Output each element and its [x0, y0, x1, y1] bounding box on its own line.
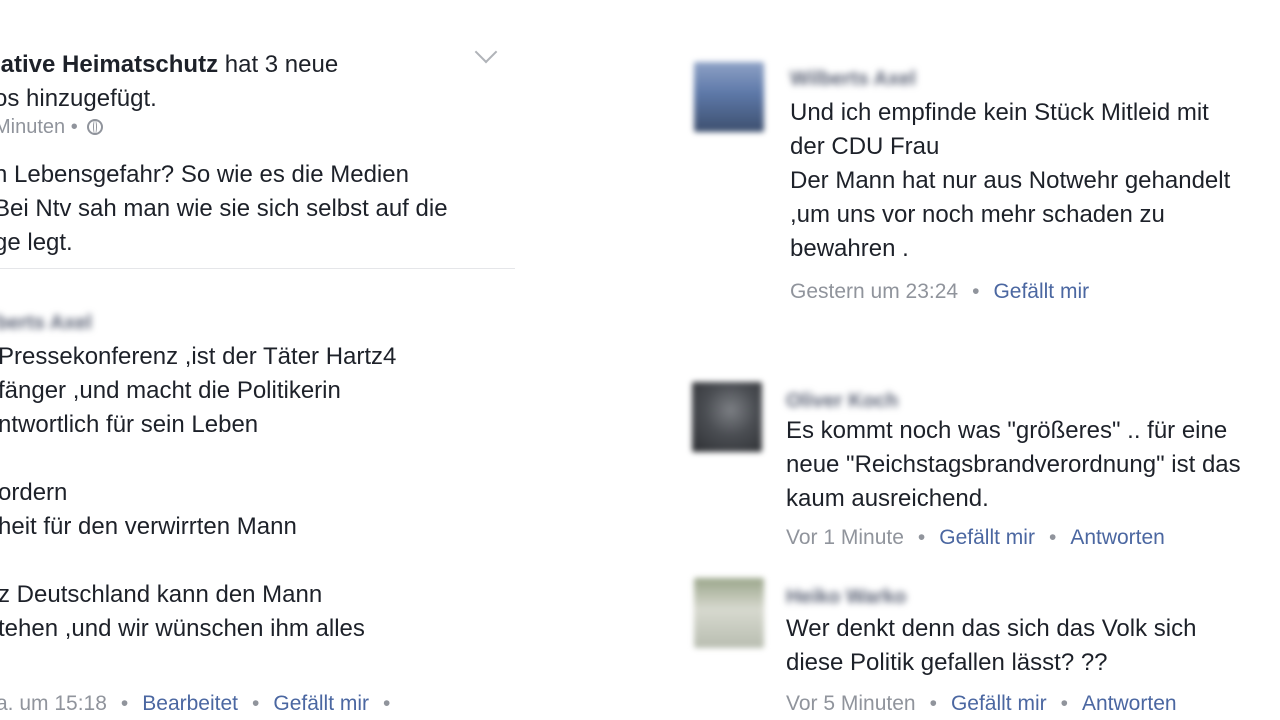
globe-icon — [87, 119, 104, 135]
separator-dot: • — [917, 526, 926, 549]
edited-link[interactable]: Bearbeitet — [142, 692, 238, 715]
post-body-line: Bei Ntv sah man wie sie sich selbst auf … — [0, 195, 448, 222]
comment-line: Der Mann hat nur aus Notwehr gehandelt — [790, 167, 1231, 194]
like-button[interactable]: Gefällt mir — [273, 692, 369, 715]
reply-button[interactable]: Antworten — [1070, 526, 1165, 549]
post-header: iative Heimatschutz hat 3 neue — [0, 48, 338, 82]
right-comments-panel: Wilberts Axel Und ich empfinde kein Stüc… — [640, 0, 1280, 720]
separator-dot: • — [1048, 526, 1057, 549]
comment-line: ,um uns vor noch mehr schaden zu — [790, 201, 1165, 228]
comment-author-blurred[interactable]: Oliver Koch — [786, 390, 898, 413]
avatar[interactable] — [692, 382, 762, 452]
comment-line: Pressekonferenz ,ist der Täter Hartz4 — [0, 343, 397, 370]
post-body-line: n Lebensgefahr? So wie es die Medien — [0, 161, 409, 188]
avatar[interactable] — [694, 578, 764, 648]
comment-line: fänger ,und macht die Politikerin — [0, 377, 341, 404]
comment-actions: a. um 15:18 • Bearbeitet • Gefällt mir • — [0, 692, 404, 716]
comment-line: diese Politik gefallen lässt? ?? — [786, 649, 1108, 676]
comment-timestamp[interactable]: Vor 1 Minute — [786, 526, 904, 549]
comment-timestamp[interactable]: a. um 15:18 — [0, 692, 107, 715]
comment-line: Und ich empfinde kein Stück Mitleid mit — [790, 99, 1209, 126]
comment-author-blurred[interactable]: Heiko Warko — [786, 586, 906, 609]
like-button[interactable]: Gefällt mir — [993, 280, 1089, 303]
comment-line: neue "Reichstagsbrandverordnung" ist das — [786, 451, 1241, 478]
screenshot-canvas: iative Heimatschutz hat 3 neue os hinzug… — [0, 0, 1280, 720]
comment-line: Es kommt noch was "größeres" .. für eine — [786, 417, 1228, 444]
comment-author-blurred[interactable]: berts Axel — [0, 312, 92, 335]
separator-dot: • — [1060, 692, 1068, 715]
separator-dot: • — [252, 692, 260, 715]
comment-line: kaum ausreichend. — [786, 485, 989, 512]
comment-author-blurred[interactable]: Wilberts Axel — [790, 68, 916, 91]
comment-line: der CDU Frau — [790, 133, 940, 160]
separator-dot: • — [120, 692, 129, 715]
comment-line: ordern — [0, 479, 68, 506]
separator-dot: • — [383, 692, 391, 715]
comment-actions: Vor 5 Minuten • Gefällt mir • Antworten — [786, 692, 1177, 716]
post-timestamp[interactable]: Minuten • — [0, 116, 78, 138]
separator-dot: • — [929, 692, 937, 715]
separator-dot: • — [972, 280, 980, 303]
divider — [0, 268, 515, 269]
comment-line: heit für den verwirrten Mann — [0, 513, 297, 540]
comment-line: ntwortlich für sein Leben — [0, 411, 259, 438]
comment-actions: Gestern um 23:24 • Gefällt mir — [790, 280, 1089, 304]
reply-button[interactable]: Antworten — [1082, 692, 1177, 715]
avatar[interactable] — [694, 62, 764, 132]
post-header-text: hat 3 neue — [218, 51, 339, 78]
left-post-panel: iative Heimatschutz hat 3 neue os hinzug… — [0, 0, 520, 720]
comment-line: Wer denkt denn das sich das Volk sich — [786, 615, 1197, 642]
post-header-line2: os hinzugefügt. — [0, 85, 157, 112]
comment-timestamp[interactable]: Vor 5 Minuten — [786, 692, 916, 715]
comment-line: bewahren . — [790, 235, 909, 262]
comment-line: tehen ,und wir wünschen ihm alles — [0, 615, 365, 642]
chevron-down-icon[interactable] — [474, 40, 498, 64]
post-body-line: ge legt. — [0, 229, 73, 256]
post-meta: Minuten • — [0, 116, 104, 139]
like-button[interactable]: Gefällt mir — [951, 692, 1047, 715]
comment-actions: Vor 1 Minute • Gefällt mir • Antworten — [786, 526, 1165, 550]
comment-timestamp[interactable]: Gestern um 23:24 — [790, 280, 958, 303]
like-button[interactable]: Gefällt mir — [939, 526, 1035, 549]
post-author-link[interactable]: iative Heimatschutz — [0, 51, 218, 78]
comment-line: z Deutschland kann den Mann — [0, 581, 323, 608]
